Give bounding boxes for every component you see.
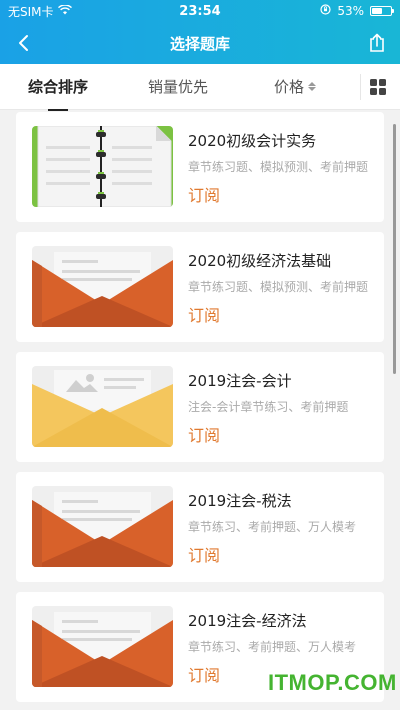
card-description: 章节练习题、模拟预测、考前押题 xyxy=(188,160,368,174)
question-bank-list: 2020初级会计实务 章节练习题、模拟预测、考前押题 订阅 2020初级经济法基… xyxy=(0,110,400,710)
card-title: 2020初级会计实务 xyxy=(188,132,317,150)
tab-comprehensive[interactable]: 综合排序 xyxy=(28,76,89,111)
card-description: 章节练习、考前押题、万人模考 xyxy=(188,640,357,654)
subscribe-button[interactable]: 订阅 xyxy=(188,542,220,566)
tab-price[interactable]: 价格 xyxy=(274,76,317,97)
share-icon xyxy=(370,33,384,52)
card-description: 注会-会计章节练习、考前押题 xyxy=(188,400,349,414)
rotation-lock-icon xyxy=(320,4,331,18)
scrollbar[interactable] xyxy=(393,124,396,374)
page-title: 选择题库 xyxy=(169,34,230,53)
card-description: 章节练习、考前押题、万人模考 xyxy=(188,520,357,534)
card-title: 2019注会-经济法 xyxy=(188,612,307,630)
card-description: 章节练习题、模拟预测、考前押题 xyxy=(188,280,368,294)
tab-price-label: 价格 xyxy=(274,78,305,96)
tab-sales-label: 销量优先 xyxy=(148,78,209,96)
nav-bar: 选择题库 xyxy=(0,22,400,64)
notebook-thumbnail xyxy=(32,126,173,207)
grid-view-button[interactable] xyxy=(368,77,388,97)
battery-level xyxy=(372,8,382,14)
tab-comprehensive-label: 综合排序 xyxy=(28,78,89,96)
status-left: 无SIM卡 xyxy=(8,3,138,20)
chevron-left-icon xyxy=(19,35,28,51)
wifi-icon xyxy=(57,4,72,18)
status-right: 53% xyxy=(262,4,394,18)
card-title: 2020初级经济法基础 xyxy=(188,252,332,270)
sort-arrows-icon xyxy=(308,82,317,91)
battery-percent: 53% xyxy=(337,4,364,18)
tab-sales[interactable]: 销量优先 xyxy=(148,76,208,97)
envelope-thumbnail xyxy=(32,486,173,567)
list-item[interactable]: 2019注会-税法 章节练习、考前押题、万人模考 订阅 xyxy=(16,472,384,582)
subscribe-button[interactable]: 订阅 xyxy=(188,182,220,206)
status-time: 23:54 xyxy=(179,3,221,19)
watermark: ITMOP.COM xyxy=(268,670,397,695)
card-title: 2019注会-会计 xyxy=(188,372,292,390)
grid-view-icon xyxy=(370,79,386,95)
carrier-text: 无SIM卡 xyxy=(8,4,54,19)
subscribe-button[interactable]: 订阅 xyxy=(188,662,220,686)
subscribe-button[interactable]: 订阅 xyxy=(188,422,220,446)
status-bar: 无SIM卡 23:54 53% xyxy=(0,0,400,22)
envelope-thumbnail xyxy=(32,366,173,447)
subscribe-button[interactable]: 订阅 xyxy=(188,302,220,326)
list-item[interactable]: 2020初级经济法基础 章节练习题、模拟预测、考前押题 订阅 xyxy=(16,232,384,342)
battery-icon xyxy=(370,6,394,16)
back-button[interactable] xyxy=(8,28,38,58)
tab-divider xyxy=(360,74,361,100)
list-item[interactable]: 2020初级会计实务 章节练习题、模拟预测、考前押题 订阅 xyxy=(16,112,384,222)
envelope-thumbnail xyxy=(32,606,173,687)
sort-tabs: 综合排序 销量优先 价格 xyxy=(0,64,400,111)
envelope-thumbnail xyxy=(32,246,173,327)
share-button[interactable] xyxy=(362,28,392,58)
card-title: 2019注会-税法 xyxy=(188,492,292,510)
list-item[interactable]: 2019注会-会计 注会-会计章节练习、考前押题 订阅 xyxy=(16,352,384,462)
